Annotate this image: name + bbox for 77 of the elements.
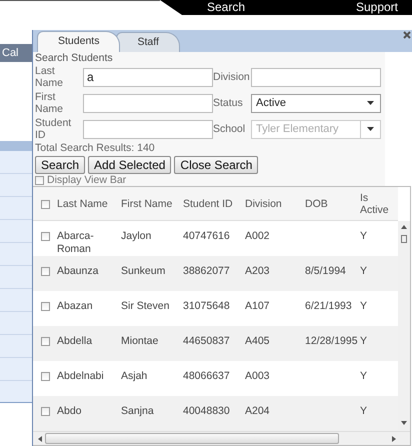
text-field[interactable] bbox=[251, 68, 381, 86]
row-checkbox[interactable] bbox=[40, 232, 50, 241]
table-cell-text: Abdella bbox=[57, 335, 94, 348]
dropdown-caret-icon bbox=[367, 127, 374, 131]
row-checkbox[interactable] bbox=[40, 407, 50, 416]
scroll-down-icon[interactable] bbox=[401, 421, 407, 425]
table-cell-text: A107 bbox=[245, 300, 271, 313]
table-cell-text: A002 bbox=[245, 230, 271, 243]
column-header[interactable]: First Name bbox=[121, 198, 183, 210]
table-cell-text: A003 bbox=[245, 370, 271, 383]
select-field[interactable]: Active bbox=[251, 94, 381, 112]
table-cell-text: 12/28/1995 bbox=[305, 335, 359, 348]
field-label: Last Name bbox=[35, 65, 64, 89]
table-cell-text: Y bbox=[360, 335, 368, 348]
checkbox-label: Display View Bar bbox=[47, 174, 126, 186]
text-field[interactable]: a bbox=[83, 68, 213, 86]
row-checkbox[interactable] bbox=[40, 337, 50, 346]
tab[interactable]: Students bbox=[37, 31, 120, 52]
table-cell-text: Sir Steven bbox=[121, 300, 170, 313]
results-count: Total Search Results: 140 bbox=[35, 142, 156, 155]
table-cell-text: Abazan bbox=[57, 300, 94, 313]
table-cell-text: 6/21/1993 bbox=[305, 300, 353, 313]
table-cell-text: Y bbox=[360, 300, 368, 313]
table-cell-text: Sanjna bbox=[121, 405, 155, 418]
tab[interactable]: Staff bbox=[116, 32, 180, 52]
field-label: Student ID bbox=[35, 117, 72, 141]
field-label: Status bbox=[213, 97, 244, 109]
table-cell-text: 38862077 bbox=[183, 265, 231, 278]
dropdown-caret-icon bbox=[367, 101, 374, 105]
table-cell-text: Y bbox=[360, 265, 368, 278]
field-label: School bbox=[213, 123, 246, 135]
text-field[interactable] bbox=[83, 94, 213, 112]
table-cell-text: Abaunza bbox=[57, 265, 100, 278]
column-header[interactable]: Is Active bbox=[360, 192, 397, 216]
action-button[interactable]: Add Selected bbox=[88, 156, 172, 174]
table-cell-text: 44650837 bbox=[183, 335, 231, 348]
table-cell-text: Y bbox=[360, 230, 368, 243]
table-cell-text: 40747616 bbox=[183, 230, 231, 243]
column-header[interactable]: Division bbox=[245, 198, 305, 210]
table-cell-text: Y bbox=[360, 370, 368, 383]
nav-link[interactable]: Support bbox=[356, 0, 398, 15]
checkbox[interactable] bbox=[35, 176, 44, 184]
action-button[interactable]: Close Search bbox=[174, 156, 258, 174]
table-cell-text: A405 bbox=[245, 335, 271, 348]
table-cell-text: Sunkeum bbox=[121, 265, 166, 278]
table-cell-text: Jaylon bbox=[121, 230, 152, 243]
row-checkbox[interactable] bbox=[40, 372, 50, 381]
column-header[interactable]: DOB bbox=[305, 198, 360, 210]
field-label: First Name bbox=[35, 91, 64, 115]
table-cell-text: A204 bbox=[245, 405, 271, 418]
table-cell-text: 8/5/1994 bbox=[305, 265, 347, 278]
column-header[interactable]: Student ID bbox=[183, 198, 245, 210]
scroll-left-icon[interactable] bbox=[38, 436, 42, 442]
table-cell-text: 31075648 bbox=[183, 300, 231, 313]
table-cell-text: Miontae bbox=[121, 335, 160, 348]
table-cell-text: Abarca-Roman bbox=[57, 230, 95, 256]
horizontal-scrollbar[interactable] bbox=[33, 431, 410, 445]
column-header[interactable]: Last Name bbox=[57, 198, 121, 210]
table-cell-text: Asjah bbox=[121, 370, 148, 383]
row-checkbox[interactable] bbox=[40, 302, 50, 311]
table-cell-text: Abdo bbox=[57, 405, 83, 418]
select-all-checkbox[interactable] bbox=[40, 200, 50, 209]
row-checkbox[interactable] bbox=[40, 267, 50, 276]
scroll-thumb[interactable] bbox=[45, 433, 339, 444]
close-icon[interactable] bbox=[403, 31, 411, 39]
scroll-right-icon[interactable] bbox=[392, 436, 396, 442]
table-cell-text: 40048830 bbox=[183, 405, 231, 418]
vertical-scrollbar[interactable] bbox=[398, 221, 410, 431]
table-cell-text: 48066637 bbox=[183, 370, 231, 383]
scroll-up-icon[interactable] bbox=[401, 225, 407, 243]
text-field[interactable] bbox=[83, 120, 213, 138]
table-cell-text: A203 bbox=[245, 265, 271, 278]
action-button[interactable]: Search bbox=[35, 156, 86, 174]
table-cell-text: Y bbox=[360, 405, 368, 418]
table-cell-text: Abdelnabi bbox=[57, 370, 105, 383]
nav-link[interactable]: Search bbox=[207, 0, 246, 15]
field-label: Division bbox=[213, 71, 251, 83]
